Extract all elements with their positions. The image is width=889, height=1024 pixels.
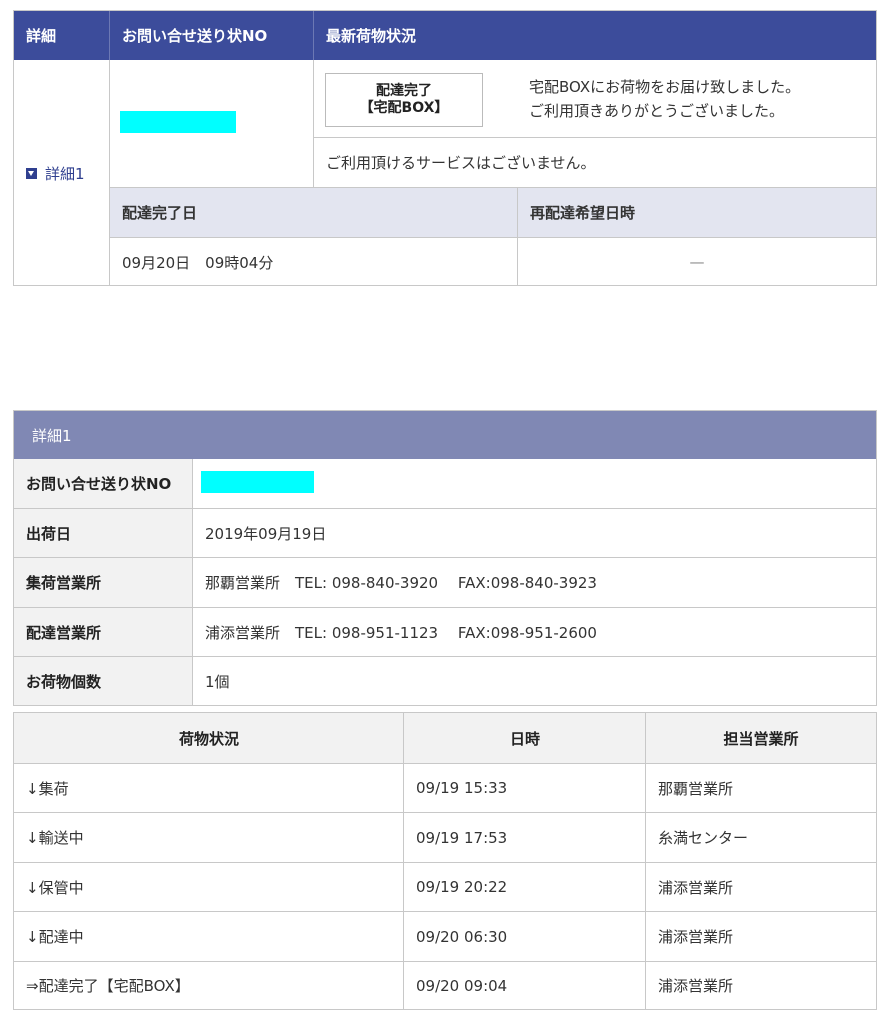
header-divider [109, 11, 110, 60]
header-divider [313, 11, 314, 60]
row-label: お荷物個数 [14, 656, 193, 705]
row-label: 集荷営業所 [14, 557, 193, 607]
history-status: ↓輸送中 [26, 829, 84, 847]
triangle-down-icon [26, 167, 37, 179]
row-value: 浦添営業所 TEL: 098-951-1123 FAX:098-951-2600 [193, 607, 876, 656]
row-value: 1個 [193, 656, 876, 705]
summary-table: 詳細 お問い合せ送り状NO 最新荷物状況 詳細1 配達完了 【宅配BOX】 宅配… [13, 10, 877, 286]
table-row: ↓集荷 09/19 15:33 那覇営業所 [14, 763, 876, 812]
history-status: ↓集荷 [26, 779, 69, 798]
detail-link-label: 詳細1 [45, 164, 85, 183]
history-office: 浦添営業所 [658, 977, 734, 995]
header-inquiry-no-label: お問い合せ送り状NO [122, 27, 268, 45]
history-header-datetime: 日時 [404, 713, 646, 763]
delivered-date-header-label: 配達完了日 [122, 204, 198, 222]
status-message-line1: 宅配BOXにお荷物をお届け致しました。 [529, 78, 801, 96]
column-divider [403, 713, 404, 1009]
history-table: 荷物状況 日時 担当営業所 ↓集荷 09/19 15:33 那覇営業所 ↓輸送中… [13, 712, 877, 1010]
delivered-date-value-cell: 09月20日 09時04分 [110, 237, 517, 286]
value-package-count: 1個 [205, 672, 230, 691]
header-detail: 詳細 [14, 11, 110, 60]
redelivery-value-cell: — [517, 237, 876, 286]
status-message-line2: ご利用頂きありがとうございました。 [529, 102, 785, 120]
row-value: 那覇営業所 TEL: 098-840-3920 FAX:098-840-3923 [193, 557, 876, 607]
detail-table: 詳細1 お問い合せ送り状NO 出荷日 2019年09月19日 集荷営業所 那覇営… [13, 410, 877, 706]
column-divider [192, 459, 193, 705]
header-detail-label: 詳細 [26, 27, 57, 45]
label-inquiry-no: お問い合せ送り状NO [26, 475, 172, 493]
detail-title: 詳細1 [32, 426, 72, 445]
redacted-inquiry-number [120, 111, 236, 133]
redelivery-header-label: 再配達希望日時 [530, 204, 636, 222]
history-datetime: 09/19 15:33 [416, 779, 508, 797]
row-label: お問い合せ送り状NO [14, 459, 193, 508]
history-office: 浦添営業所 [658, 928, 734, 946]
history-datetime: 09/19 17:53 [416, 828, 508, 847]
table-row: ↓保管中 09/19 20:22 浦添営業所 [14, 862, 876, 911]
redacted-inquiry-number [201, 471, 314, 493]
value-ship-date: 2019年09月19日 [205, 524, 327, 543]
history-header-office-label: 担当営業所 [723, 729, 799, 748]
history-datetime: 09/20 06:30 [416, 927, 508, 946]
status-badge-line1: 配達完了 [376, 83, 432, 99]
table-row: ↓輸送中 09/19 17:53 糸満センター [14, 812, 876, 862]
history-header-status-label: 荷物状況 [178, 729, 239, 748]
detail-title-bar: 詳細1 [14, 411, 876, 459]
delivered-date-value: 09月20日 09時04分 [122, 253, 274, 272]
history-status: ↓配達中 [26, 928, 84, 946]
history-status: ⇒配達完了【宅配BOX】 [26, 977, 190, 995]
label-package-count: お荷物個数 [26, 672, 102, 691]
history-office: 浦添営業所 [658, 878, 734, 897]
history-datetime: 09/19 20:22 [416, 878, 508, 896]
row-label: 配達営業所 [14, 607, 193, 656]
header-inquiry-no: お問い合せ送り状NO [110, 11, 314, 60]
table-row: ↓配達中 09/20 06:30 浦添営業所 [14, 911, 876, 961]
history-header-office: 担当営業所 [646, 713, 876, 763]
delivered-date-header: 配達完了日 [110, 187, 517, 237]
value-pickup-office: 那覇営業所 TEL: 098-840-3920 FAX:098-840-3923 [205, 574, 597, 592]
history-header-datetime-label: 日時 [509, 729, 540, 748]
status-message: 宅配BOXにお荷物をお届け致しました。 ご利用頂きありがとうございました。 [529, 75, 869, 123]
history-office: 那覇営業所 [658, 779, 734, 798]
detail-link[interactable]: 詳細1 [26, 163, 85, 184]
history-office: 糸満センター [658, 829, 749, 847]
row-label: 出荷日 [14, 508, 193, 557]
status-badge-line2: 【宅配BOX】 [359, 100, 449, 116]
service-note-cell: ご利用頂けるサービスはございません。 [314, 138, 876, 187]
column-divider [645, 713, 646, 1009]
label-ship-date: 出荷日 [26, 524, 72, 543]
status-badge: 配達完了 【宅配BOX】 [325, 73, 483, 127]
table-row: ⇒配達完了【宅配BOX】 09/20 09:04 浦添営業所 [14, 961, 876, 1009]
service-note: ご利用頂けるサービスはございません。 [326, 154, 596, 172]
label-delivery-office: 配達営業所 [26, 623, 102, 642]
label-pickup-office: 集荷営業所 [26, 574, 102, 592]
history-header-status: 荷物状況 [14, 713, 404, 763]
header-latest-status-label: 最新荷物状況 [326, 27, 417, 45]
redelivery-header: 再配達希望日時 [517, 187, 876, 237]
history-datetime: 09/20 09:04 [416, 976, 508, 995]
header-latest-status: 最新荷物状況 [314, 11, 876, 60]
row-value: 2019年09月19日 [193, 508, 876, 557]
history-status: ↓保管中 [26, 878, 84, 897]
value-delivery-office: 浦添営業所 TEL: 098-951-1123 FAX:098-951-2600 [205, 623, 597, 642]
detail-link-cell: 詳細1 [14, 60, 110, 286]
redelivery-value: — [689, 253, 705, 271]
